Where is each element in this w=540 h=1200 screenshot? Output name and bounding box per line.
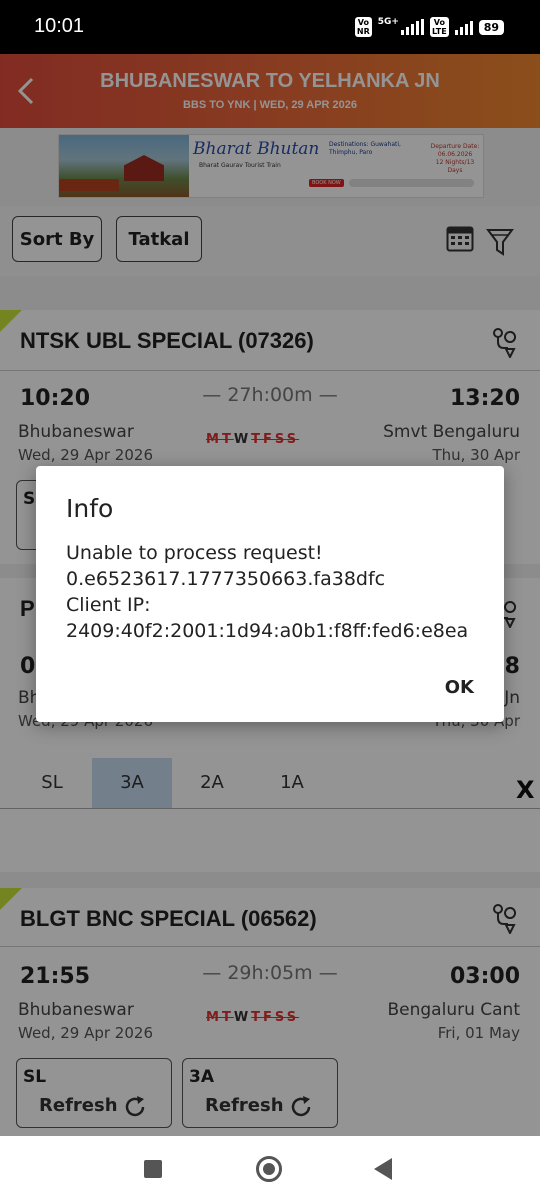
signal-icon bbox=[400, 19, 424, 35]
system-nav-bar bbox=[0, 1136, 540, 1200]
status-icons: Vo NR 5G+ Vo LTE 89 bbox=[354, 16, 504, 38]
battery-icon: 89 bbox=[478, 19, 504, 35]
back-icon[interactable] bbox=[374, 1158, 392, 1180]
recents-icon[interactable] bbox=[144, 1160, 162, 1178]
vonr-icon: Vo NR bbox=[354, 17, 372, 37]
ok-button[interactable]: OK bbox=[445, 677, 474, 698]
signal-icon-2 bbox=[454, 19, 473, 35]
dialog-message: Unable to process request! 0.e6523617.17… bbox=[66, 542, 469, 642]
home-icon[interactable] bbox=[256, 1156, 282, 1182]
dialog-title: Info bbox=[66, 494, 114, 523]
info-dialog: Info Unable to process request! 0.e65236… bbox=[36, 466, 504, 722]
network-tech: 5G+ bbox=[377, 17, 399, 27]
status-bar: 10:01 Vo NR 5G+ Vo LTE 89 bbox=[0, 0, 540, 54]
status-time: 10:01 bbox=[34, 15, 85, 37]
volte-icon: Vo LTE bbox=[429, 17, 449, 37]
